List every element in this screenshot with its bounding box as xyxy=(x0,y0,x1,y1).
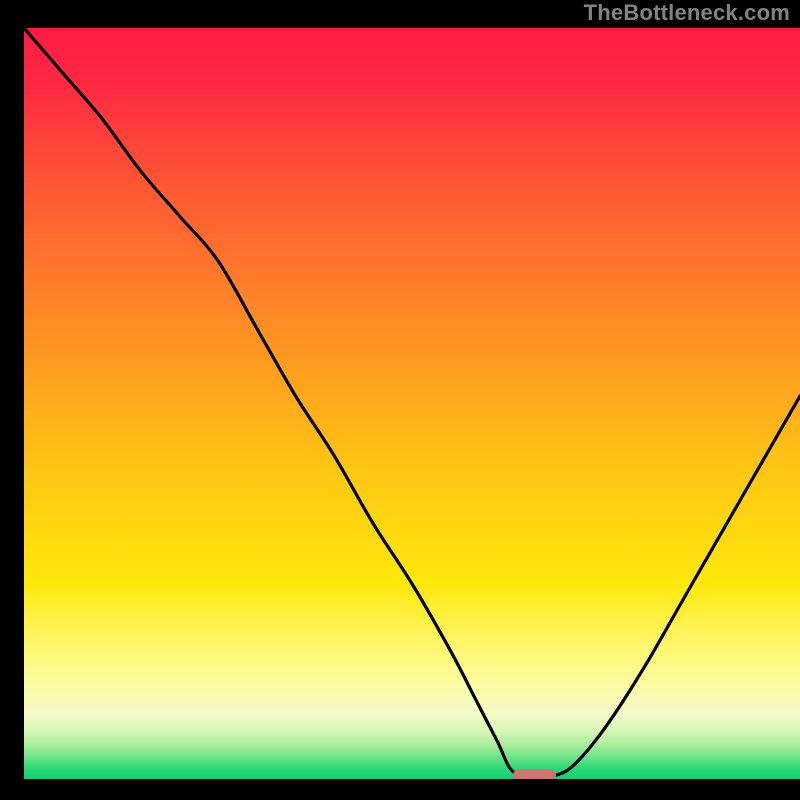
attribution-text: TheBottleneck.com xyxy=(584,0,790,26)
bottom-axis-band xyxy=(0,779,800,800)
chart-frame xyxy=(24,28,800,779)
chart-canvas: TheBottleneck.com xyxy=(0,0,800,800)
left-axis-band xyxy=(0,0,24,800)
